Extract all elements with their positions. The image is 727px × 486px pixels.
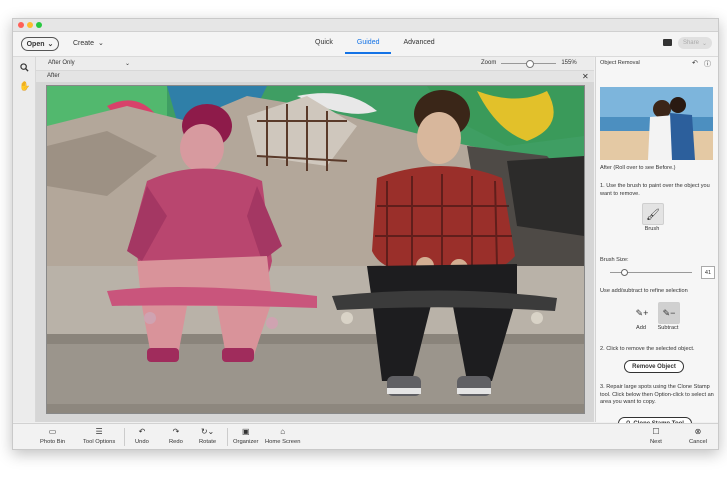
zoom-tool-icon[interactable] bbox=[19, 63, 29, 73]
next-icon: ☐ bbox=[652, 427, 660, 436]
undo-icon: ↶ bbox=[138, 427, 146, 436]
organizer-button[interactable]: ▣ Organizer bbox=[233, 427, 258, 445]
hand-tool-icon[interactable]: ✋ bbox=[19, 81, 30, 91]
after-view-label: After bbox=[47, 73, 60, 79]
brush-size-label: Brush Size: bbox=[600, 257, 629, 263]
chevron-down-icon: ⌄ bbox=[124, 61, 130, 67]
next-label: Next bbox=[650, 439, 662, 445]
create-menu[interactable]: Create ⌄ bbox=[73, 39, 104, 48]
brush-add-icon: ✎+ bbox=[635, 307, 649, 318]
tab-advanced[interactable]: Advanced bbox=[391, 39, 446, 54]
zoom-window-button[interactable] bbox=[36, 22, 42, 28]
home-icon: ⌂ bbox=[280, 427, 286, 436]
tool-options-button[interactable]: ☰ Tool Options bbox=[83, 427, 115, 445]
cancel-button[interactable]: ⊗ Cancel bbox=[689, 427, 707, 445]
panel-title: Object Removal bbox=[600, 60, 640, 66]
chevron-down-icon: ⌄ bbox=[98, 40, 104, 47]
zoom-slider-knob[interactable] bbox=[525, 59, 534, 68]
bottom-toolbar: ▭ Photo Bin ☰ Tool Options ↶ Undo ↷ Redo… bbox=[13, 423, 718, 449]
brush-size-slider-knob[interactable] bbox=[621, 269, 628, 276]
close-icon[interactable]: ✕ bbox=[582, 72, 589, 81]
edit-photo[interactable] bbox=[46, 85, 585, 414]
rotate-button[interactable]: ↻⌄ Rotate bbox=[199, 427, 216, 445]
cancel-label: Cancel bbox=[689, 439, 708, 445]
info-icon[interactable]: ⓘ bbox=[704, 59, 711, 69]
undo-label: Undo bbox=[135, 439, 149, 445]
next-button[interactable]: ☐ Next bbox=[650, 427, 662, 445]
photo-canvas bbox=[47, 86, 584, 413]
zoom-label: Zoom bbox=[481, 60, 497, 66]
app-window: Open ⌄ Create ⌄ Quick Guided Advanced Sh… bbox=[12, 18, 719, 450]
home-screen-label: Home Screen bbox=[265, 439, 301, 445]
app-header: Open ⌄ Create ⌄ Quick Guided Advanced Sh… bbox=[13, 32, 718, 57]
add-selection-button[interactable]: ✎+ bbox=[631, 302, 653, 324]
create-label: Create bbox=[73, 39, 95, 47]
tool-options-icon: ☰ bbox=[95, 427, 103, 436]
tab-guided[interactable]: Guided bbox=[344, 39, 392, 54]
brush-size-slider[interactable] bbox=[610, 269, 692, 276]
brush-size-field[interactable]: 41 bbox=[701, 266, 715, 279]
step1-text: 1. Use the brush to paint over the objec… bbox=[600, 183, 710, 197]
tab-quick[interactable]: Quick bbox=[303, 39, 345, 54]
cancel-icon: ⊗ bbox=[694, 427, 702, 436]
brush-tool-button[interactable]: 🖌 bbox=[642, 203, 664, 225]
subtract-label: Subtract bbox=[657, 325, 679, 331]
mode-tabs: Quick Guided Advanced bbox=[303, 39, 447, 54]
undo-button[interactable]: ↶ Undo bbox=[135, 427, 149, 445]
chevron-down-icon: ⌄ bbox=[701, 40, 708, 47]
example-thumbnail bbox=[600, 87, 713, 160]
organizer-label: Organizer bbox=[233, 439, 259, 445]
share-label: Share bbox=[682, 40, 699, 46]
redo-icon: ↷ bbox=[172, 427, 180, 436]
title-bar bbox=[13, 19, 718, 32]
open-button[interactable]: Open ⌄ bbox=[21, 37, 59, 51]
rotate-label: Rotate bbox=[199, 439, 217, 445]
tool-options-label: Tool Options bbox=[83, 439, 116, 445]
open-label: Open bbox=[26, 40, 45, 48]
redo-button[interactable]: ↷ Redo bbox=[169, 427, 183, 445]
example-thumbnail-image bbox=[600, 87, 713, 160]
chevron-down-icon: ⌄ bbox=[47, 41, 54, 48]
add-label: Add bbox=[636, 325, 646, 331]
subtract-selection-button[interactable]: ✎− bbox=[658, 302, 680, 324]
view-select-value: After Only bbox=[48, 60, 75, 66]
zoom-slider[interactable] bbox=[501, 59, 557, 68]
brush-label: Brush bbox=[644, 226, 660, 232]
zoom-value: 155% bbox=[561, 60, 577, 66]
remove-object-button[interactable]: Remove Object bbox=[624, 360, 684, 373]
mail-icon[interactable] bbox=[663, 39, 672, 46]
reset-icon[interactable]: ↶ bbox=[692, 59, 698, 67]
home-screen-button[interactable]: ⌂ Home Screen bbox=[265, 427, 300, 445]
divider bbox=[227, 428, 228, 446]
brush-subtract-icon: ✎− bbox=[662, 307, 676, 318]
zoom-control: Zoom 155% bbox=[481, 59, 577, 68]
refine-text: Use add/subtract to refine selection bbox=[600, 288, 688, 294]
minimize-window-button[interactable] bbox=[27, 22, 33, 28]
step2-text: 2. Click to remove the selected object. bbox=[600, 346, 695, 352]
photo-bin-icon: ▭ bbox=[48, 427, 57, 436]
photo-bin-label: Photo Bin bbox=[40, 439, 66, 445]
canvas-area: After ✕ bbox=[36, 71, 594, 422]
object-removal-panel: Object Removal ↶ ⓘ After (Roll over to s… bbox=[595, 57, 718, 430]
panel-caption: After (Roll over to see Before.) bbox=[600, 165, 676, 171]
divider bbox=[124, 428, 125, 446]
rotate-icon: ↻⌄ bbox=[200, 427, 215, 436]
photo-bin-button[interactable]: ▭ Photo Bin bbox=[40, 427, 65, 445]
tools-sidebar: ✋ bbox=[13, 57, 36, 422]
organizer-icon: ▣ bbox=[241, 427, 250, 436]
close-window-button[interactable] bbox=[18, 22, 24, 28]
after-view-header: After ✕ bbox=[36, 71, 594, 82]
view-select[interactable]: After Only ⌄ bbox=[48, 60, 130, 67]
share-button[interactable]: Share ⌄ bbox=[678, 37, 712, 49]
brush-icon: 🖌 bbox=[646, 208, 660, 221]
redo-label: Redo bbox=[169, 439, 183, 445]
step3-text: 3. Repair large spots using the Clone St… bbox=[600, 384, 714, 405]
options-bar: After Only ⌄ Zoom 155% bbox=[36, 57, 594, 71]
